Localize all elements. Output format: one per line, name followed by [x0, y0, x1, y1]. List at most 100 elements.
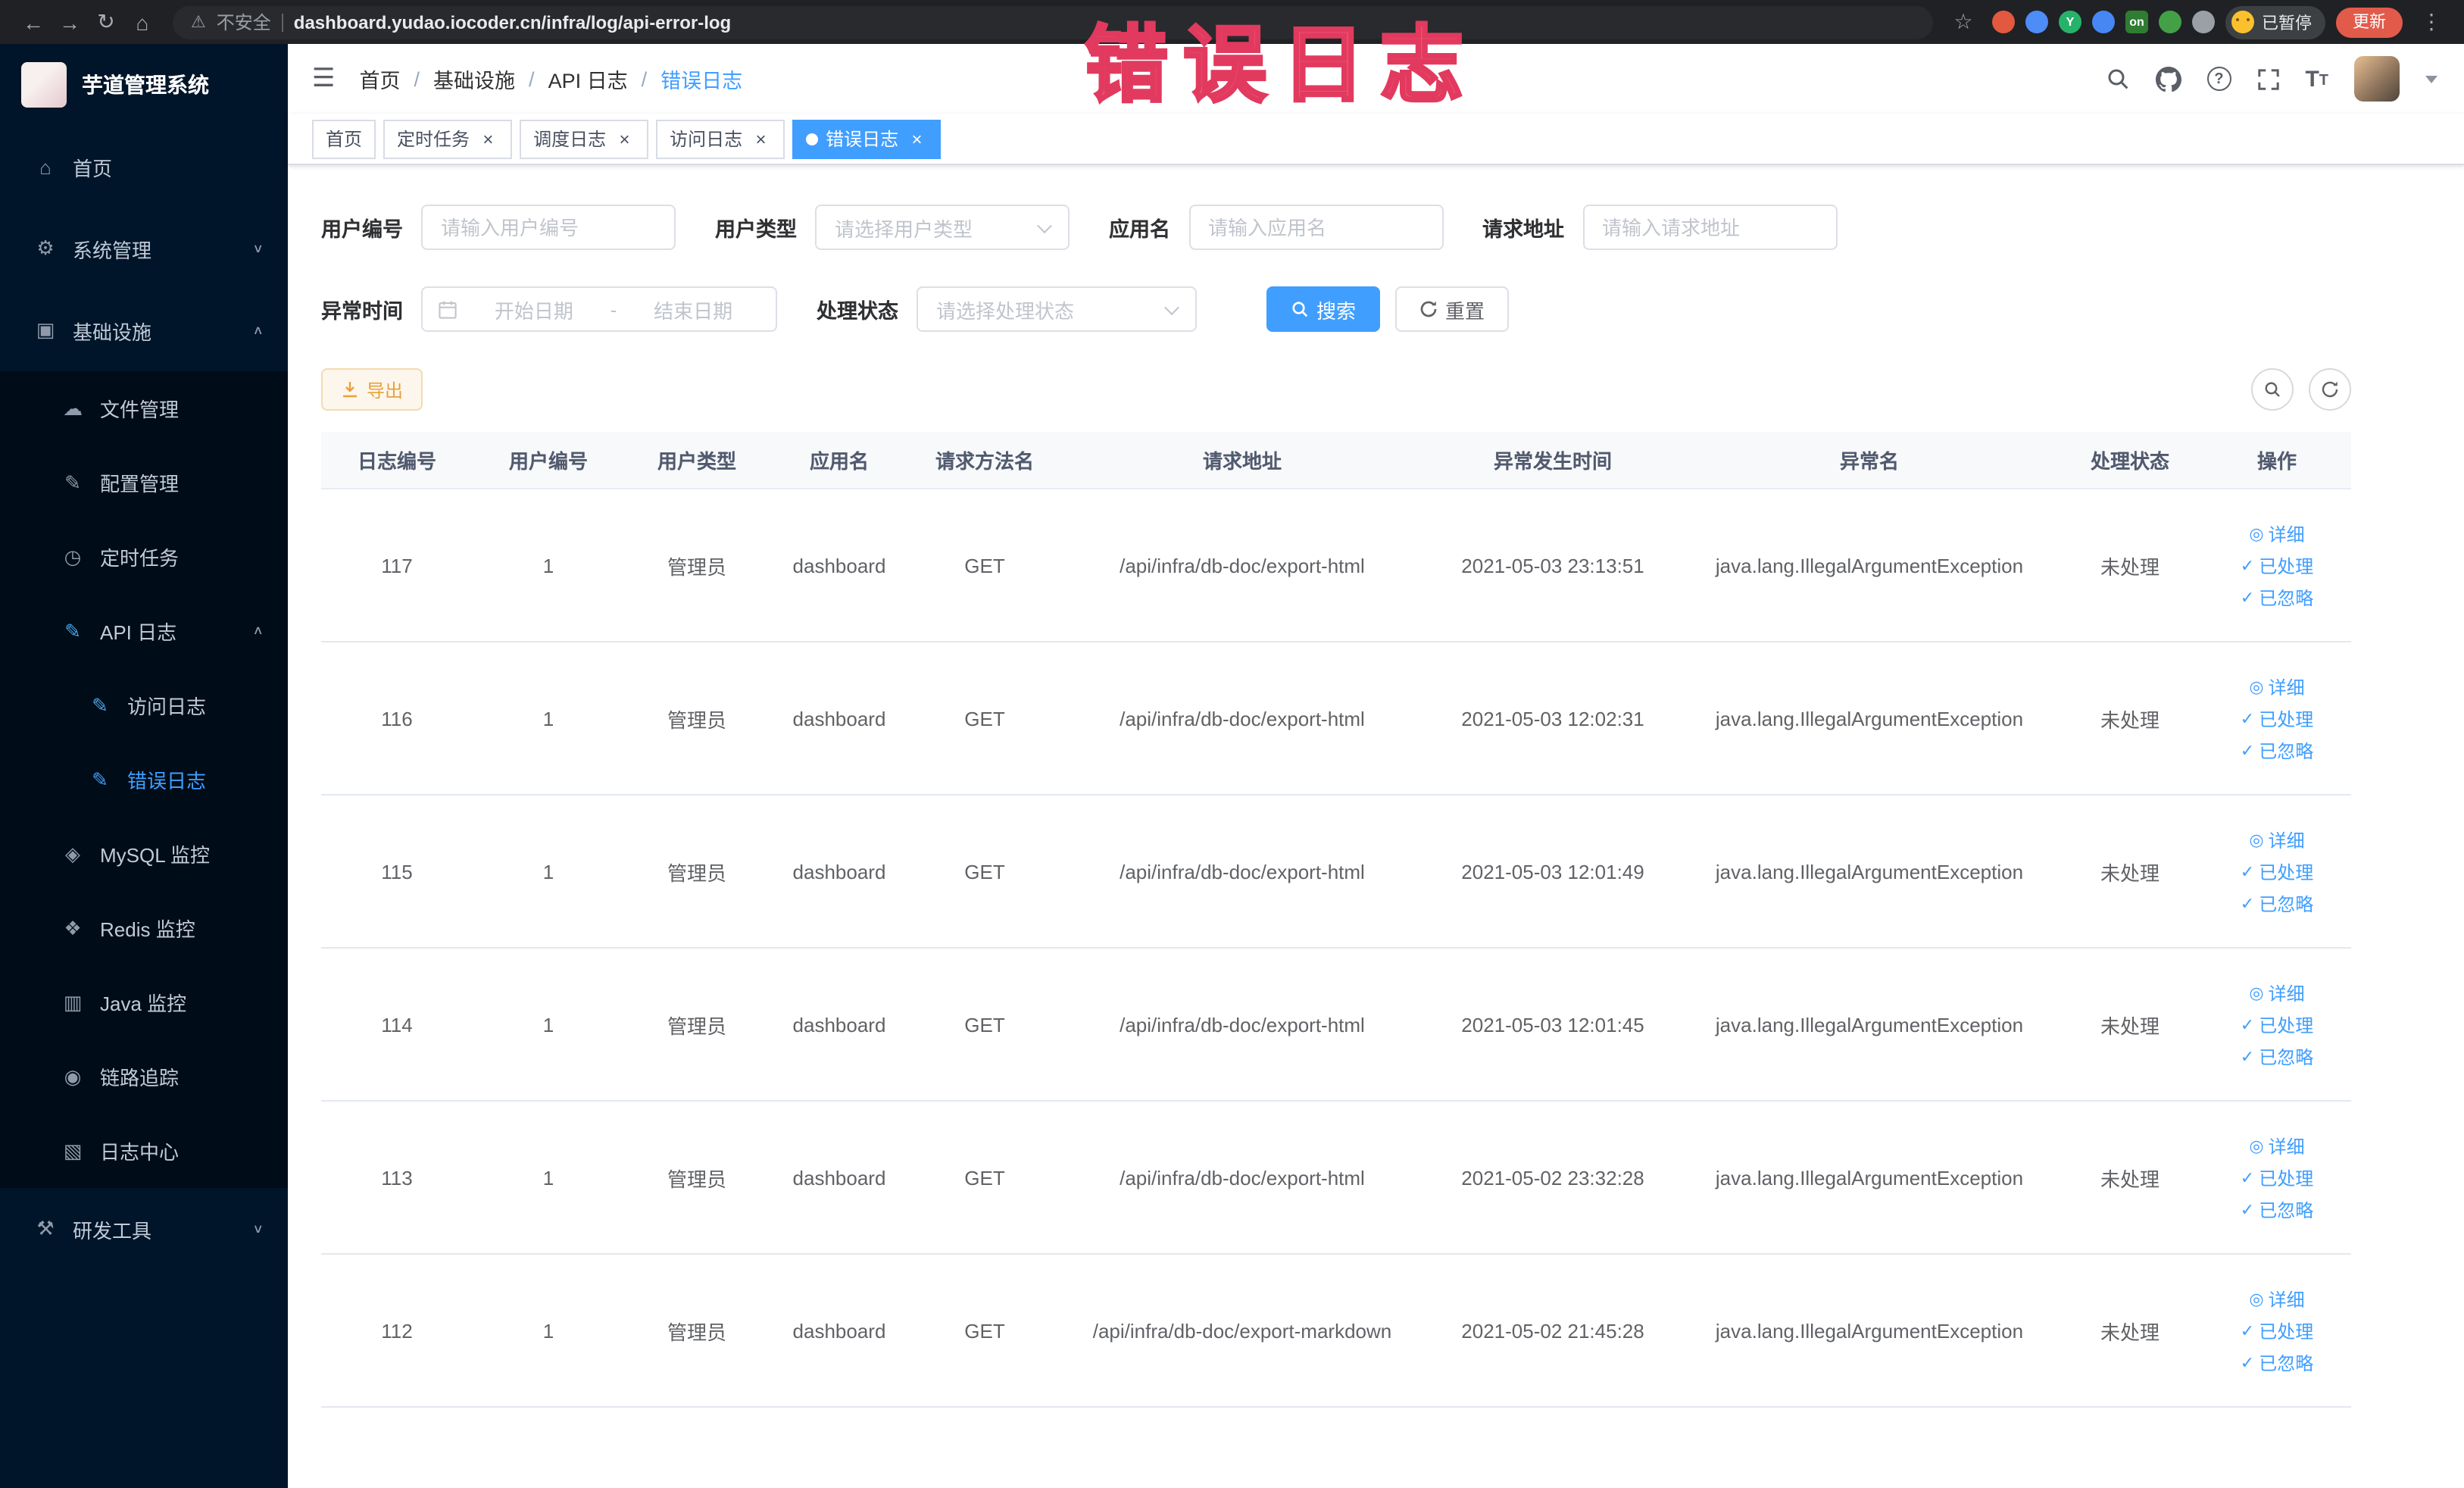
sidebar-item[interactable]: ✎ 错误日志 — [0, 742, 288, 817]
action-processed-link[interactable]: ✓ 已处理 — [2241, 1164, 2313, 1190]
browser-menu-icon[interactable]: ⋮ — [2413, 9, 2450, 35]
app-name-input[interactable] — [1188, 205, 1443, 250]
process-status-select[interactable]: 请选择处理状态 — [917, 286, 1197, 332]
sidebar-logo[interactable]: 芋道管理系统 — [0, 44, 288, 126]
profile-chip[interactable]: 已暂停 — [2225, 5, 2325, 39]
user-avatar[interactable] — [2354, 56, 2400, 102]
browser-back-icon[interactable]: ← — [15, 10, 52, 34]
sidebar-item[interactable]: ⚒ 研发工具 ∨ — [0, 1188, 288, 1270]
action-ignore-link[interactable]: ✓ 已忽略 — [2241, 1196, 2313, 1222]
sidebar-item[interactable]: ◷ 定时任务 — [0, 520, 288, 594]
cell-user-type: 管理员 — [667, 708, 726, 731]
extension-green-leaf[interactable] — [2159, 11, 2181, 33]
action-processed-link[interactable]: ✓ 已处理 — [2241, 552, 2313, 578]
action-ignore-link[interactable]: ✓ 已忽略 — [2241, 737, 2313, 763]
exception-time-range-picker[interactable]: 开始日期 - 结束日期 — [421, 286, 777, 332]
tab-close-icon[interactable]: × — [750, 128, 771, 149]
devtools-icon: ⚒ — [36, 1217, 55, 1239]
sidebar-item[interactable]: ◈ MySQL 监控 — [0, 817, 288, 891]
browser-forward-icon[interactable]: → — [52, 10, 88, 34]
sidebar-item-label: 文件管理 — [100, 399, 180, 421]
action-ignore-label: 已忽略 — [2259, 893, 2314, 914]
trace-icon: ◉ — [64, 1064, 82, 1087]
font-size-icon[interactable]: TT — [2305, 67, 2328, 90]
action-processed-link[interactable]: ✓ 已处理 — [2241, 1318, 2313, 1343]
extension-orange-circle[interactable] — [1992, 11, 2015, 33]
extension-on-badge[interactable]: on — [2125, 11, 2148, 33]
cell-request-url: /api/infra/db-doc/export-html — [1120, 1166, 1365, 1189]
action-detail-link[interactable]: ◎ 详细 — [2249, 827, 2304, 852]
tab-close-icon[interactable]: × — [477, 128, 498, 149]
extension-blue-drop[interactable] — [2025, 11, 2048, 33]
extension-icons: Y on — [1992, 11, 2215, 33]
chevron-down-icon: ∨ — [252, 242, 264, 255]
action-detail-link[interactable]: ◎ 详细 — [2249, 980, 2304, 1005]
sidebar-item[interactable]: ⌂ 首页 — [0, 126, 288, 208]
reset-button[interactable]: 重置 — [1395, 286, 1510, 332]
action-detail-link[interactable]: ◎ 详细 — [2249, 520, 2304, 546]
tab-close-icon[interactable]: × — [614, 128, 635, 149]
tab[interactable]: 访问日志 × — [656, 119, 785, 158]
extension-green-y[interactable]: Y — [2059, 11, 2081, 33]
chrome-update-button[interactable]: 更新 — [2336, 7, 2403, 37]
search-icon[interactable] — [2105, 67, 2129, 91]
sidebar-item[interactable]: ▧ 日志中心 — [0, 1114, 288, 1188]
export-button[interactable]: 导出 — [321, 368, 423, 411]
action-processed-link[interactable]: ✓ 已处理 — [2241, 705, 2313, 731]
action-processed-link[interactable]: ✓ 已处理 — [2241, 1011, 2313, 1037]
sidebar-item[interactable]: ❖ Redis 监控 — [0, 891, 288, 965]
extension-pinwheel[interactable] — [2192, 11, 2215, 33]
help-icon[interactable] — [2206, 67, 2231, 91]
cell-request-url: /api/infra/db-doc/export-markdown — [1092, 1319, 1392, 1342]
search-button[interactable]: 搜索 — [1266, 286, 1381, 332]
breadcrumb-item[interactable]: 基础设施 — [401, 64, 515, 94]
sidebar-item[interactable]: ✎ 配置管理 — [0, 445, 288, 520]
hamburger-icon[interactable]: ☰ — [312, 64, 336, 94]
action-ignore-link[interactable]: ✓ 已忽略 — [2241, 1043, 2313, 1069]
sidebar-item[interactable]: ✎ 访问日志 — [0, 668, 288, 742]
sidebar-item[interactable]: ⚙ 系统管理 ∨ — [0, 208, 288, 289]
action-detail-link[interactable]: ◎ 详细 — [2249, 1133, 2304, 1158]
cell-user-id: 1 — [542, 1166, 554, 1189]
action-processed-link[interactable]: ✓ 已处理 — [2241, 858, 2313, 884]
action-ignore-link[interactable]: ✓ 已忽略 — [2241, 584, 2313, 610]
action-detail-label: 详细 — [2268, 1289, 2305, 1310]
table-row: 113 1 管理员 dashboard GET /api/infra/db-do… — [321, 1102, 2351, 1255]
col-process-status: 处理状态 — [2090, 450, 2169, 473]
browser-reload-icon[interactable]: ↻ — [88, 9, 124, 35]
toggle-search-button[interactable] — [2251, 368, 2294, 411]
sidebar-item[interactable]: ◉ 链路追踪 — [0, 1039, 288, 1114]
browser-home-icon[interactable]: ⌂ — [124, 10, 161, 34]
breadcrumb-item[interactable]: API 日志 — [515, 64, 628, 94]
sidebar-item[interactable]: ✎ API 日志 ∧ — [0, 594, 288, 668]
avatar-dropdown-caret-icon[interactable] — [2425, 75, 2437, 83]
tab[interactable]: 首页 — [312, 119, 376, 158]
tab[interactable]: 错误日志 × — [792, 119, 942, 158]
refresh-button[interactable] — [2309, 368, 2351, 411]
user-type-label: 用户类型 — [715, 218, 797, 241]
request-url-input[interactable] — [1582, 205, 1837, 250]
extension-blue-grid[interactable] — [2092, 11, 2115, 33]
action-processed-label: 已处理 — [2259, 861, 2314, 883]
user-type-select[interactable]: 请选择用户类型 — [815, 205, 1070, 250]
sidebar-item[interactable]: ☁ 文件管理 — [0, 371, 288, 445]
tab[interactable]: 调度日志 × — [520, 119, 649, 158]
sidebar-item[interactable]: ▥ Java 监控 — [0, 965, 288, 1039]
fullscreen-icon[interactable] — [2256, 67, 2279, 90]
breadcrumb-item[interactable]: 错误日志 — [628, 64, 742, 94]
action-ignore-link[interactable]: ✓ 已忽略 — [2241, 1349, 2313, 1375]
bookmark-star-icon[interactable]: ☆ — [1945, 9, 1982, 35]
tab-close-icon[interactable]: × — [906, 128, 927, 149]
chevron-up-icon: ∧ — [252, 324, 264, 337]
address-bar[interactable]: ⚠ 不安全 dashboard.yudao.iocoder.cn/infra/l… — [173, 5, 1933, 39]
action-detail-link[interactable]: ◎ 详细 — [2249, 1286, 2304, 1311]
action-ignore-link[interactable]: ✓ 已忽略 — [2241, 890, 2313, 916]
breadcrumb-item[interactable]: 首页 — [360, 64, 401, 94]
cell-method: GET — [964, 707, 1005, 730]
tab[interactable]: 定时任务 × — [383, 119, 513, 158]
github-icon[interactable] — [2155, 66, 2181, 92]
action-detail-link[interactable]: ◎ 详细 — [2249, 674, 2304, 699]
user-id-input[interactable] — [421, 205, 676, 250]
table-row: 117 1 管理员 dashboard GET /api/infra/db-do… — [321, 489, 2351, 642]
sidebar-item[interactable]: ▣ 基础设施 ∧ — [0, 289, 288, 371]
